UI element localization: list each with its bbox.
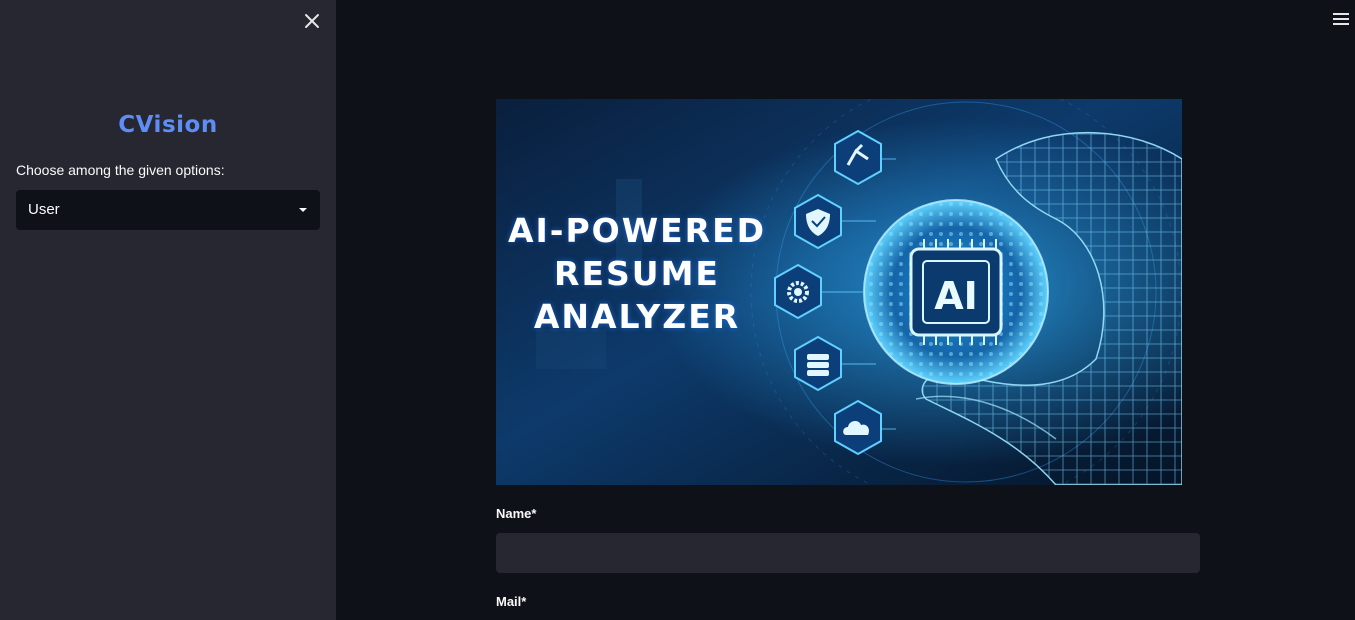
sidebar: CVision Choose among the given options: … <box>0 0 336 620</box>
hero-title-line-1: AI-POWERED <box>507 211 767 250</box>
hero-banner-image: AI AI-POWERED RESUME ANALYZER <box>496 99 1182 485</box>
svg-text:AI: AI <box>934 274 978 318</box>
main-menu-button[interactable] <box>1333 13 1349 27</box>
options-select[interactable]: User <box>16 190 320 230</box>
hero-title-line-3: ANALYZER <box>533 297 741 336</box>
hero-title-line-2: RESUME <box>554 254 720 293</box>
close-icon <box>305 14 319 28</box>
ai-chip-icon: AI <box>909 239 1003 345</box>
app-root: CVision Choose among the given options: … <box>0 0 1355 620</box>
options-select-value: User <box>28 201 60 218</box>
name-input[interactable] <box>496 533 1200 573</box>
close-sidebar-button[interactable] <box>302 11 322 31</box>
options-select-label: Choose among the given options: <box>16 162 225 178</box>
caret-down-icon <box>299 208 307 212</box>
mail-field-label: Mail* <box>496 594 527 609</box>
name-field-label: Name* <box>496 506 537 521</box>
hamburger-menu-icon <box>1333 13 1349 15</box>
app-brand-title: CVision <box>118 112 218 138</box>
